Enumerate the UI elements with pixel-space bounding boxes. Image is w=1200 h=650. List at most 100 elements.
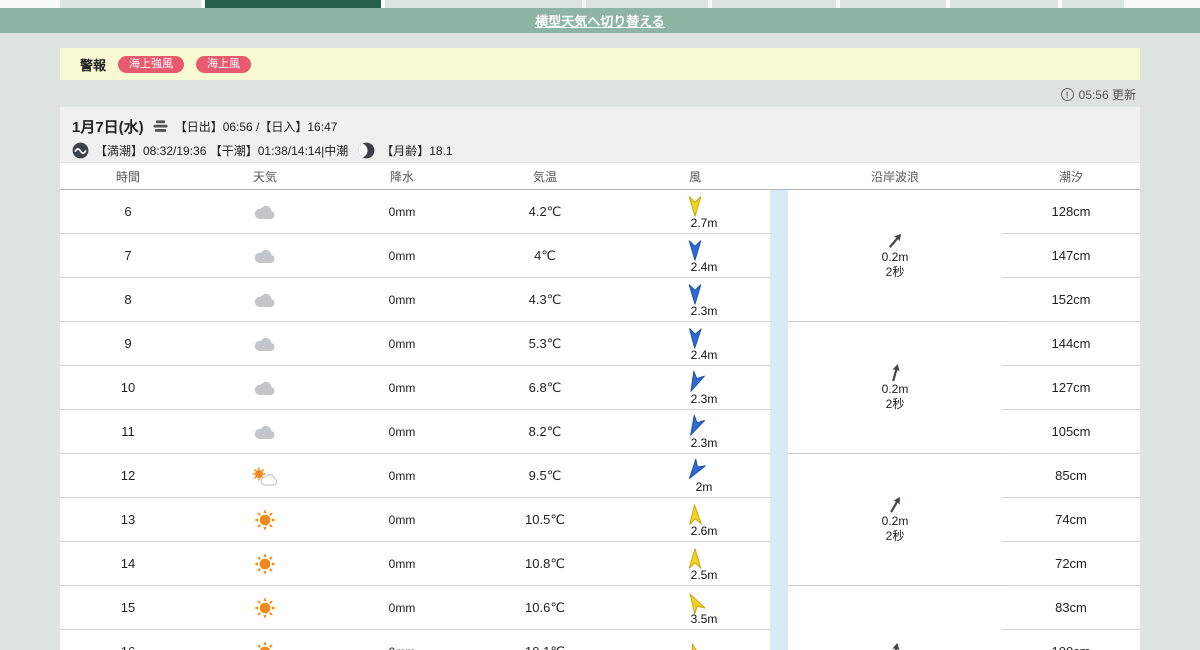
temp-cell: 10.8℃	[525, 555, 565, 571]
tide-cell: 128cm	[1002, 190, 1140, 234]
hour-cell: 14	[120, 556, 136, 571]
wind-cell: 2.4m	[620, 238, 770, 274]
table-header-row: 時間 天気 降水 気温 風 沿岸波浪 潮汐	[60, 163, 1140, 190]
wind-cell	[620, 641, 770, 650]
date-sun-line: 1月7日(水) 【日出】06:56 /【日入】16:47	[72, 114, 1128, 138]
wind-cell: 2.5m	[620, 546, 770, 582]
wind-cell: 2.4m	[620, 326, 770, 362]
precip-cell: 0mm	[388, 248, 416, 263]
wave-cell: 0.2m 2秒	[788, 454, 1002, 585]
precip-cell: 0mm	[388, 424, 416, 439]
view-switch-bar: 横型天気へ切り替える	[0, 8, 1200, 33]
weather-cell	[196, 292, 334, 308]
top-tab-5[interactable]	[840, 0, 946, 8]
temp-cell: 4℃	[534, 247, 556, 263]
top-tab-strip	[0, 0, 1200, 8]
wave-period-label: 2秒	[885, 529, 905, 543]
hour-cell: 12	[120, 468, 136, 483]
moon-age-label: 【月齢】18.1	[381, 143, 453, 158]
warning-band: 警報 海上強風 海上風	[60, 48, 1140, 80]
table-row: 8 0mm 4.3℃ 2.3m	[60, 278, 770, 322]
top-tab-2[interactable]	[385, 0, 582, 8]
wave-height-label: 0.2m	[881, 514, 909, 528]
temp-cell: 10.1℃	[470, 644, 620, 650]
weather-cell	[196, 596, 334, 620]
top-tab-6[interactable]	[950, 0, 1058, 8]
wind-cell: 3.5m	[620, 590, 770, 626]
precip-cell: 0mm	[388, 600, 416, 615]
temp-cell: 6.8℃	[528, 379, 562, 395]
hour-cell: 9	[124, 336, 132, 351]
table-row: 12 0mm 9.5℃ 2m	[60, 454, 770, 498]
wave-direction-arrow	[888, 233, 901, 248]
top-tab-4[interactable]	[712, 0, 836, 8]
wave-cell: 0.2m 2秒	[788, 190, 1002, 321]
sunny-icon	[254, 596, 276, 619]
table-row: 13 0mm 10.5℃ 2.6m	[60, 498, 770, 542]
precip-cell: 0mm	[388, 512, 416, 527]
warning-label: 警報	[80, 57, 107, 73]
hour-cell: 13	[120, 512, 136, 527]
sunny-icon	[254, 640, 276, 650]
wind-speed-label: 2.3m	[690, 303, 718, 318]
weather-cell	[196, 204, 334, 220]
col-header-weather: 天気	[252, 169, 277, 184]
sunny-icon	[254, 508, 276, 531]
hour-cell: 15	[120, 600, 136, 615]
wave-direction-arrow	[891, 364, 900, 382]
cloudy-icon	[254, 425, 275, 439]
temp-cell: 9.5℃	[528, 467, 562, 483]
wave-direction-arrow	[891, 642, 900, 650]
hour-cell: 10	[120, 380, 136, 395]
tide-wave-icon	[72, 142, 89, 159]
top-tab-3[interactable]	[586, 0, 708, 8]
forecast-panel: 1月7日(水) 【日出】06:56 /【日入】16:47 【満潮】08:32/1…	[60, 107, 1140, 650]
hour-cell: 8	[124, 292, 132, 307]
wind-cell: 2.3m	[620, 282, 770, 318]
weather-cell	[196, 336, 334, 352]
wind-speed-label: 2.3m	[690, 435, 718, 450]
tide-cell: 144cm	[1002, 322, 1140, 366]
tide-cell: 127cm	[1002, 366, 1140, 410]
wind-speed-label: 2.7m	[690, 215, 718, 230]
col-header-time: 時間	[115, 169, 140, 184]
updated-status: ! 05:56 更新	[1060, 86, 1136, 103]
warning-badge-sea-wind[interactable]: 海上風	[196, 55, 252, 73]
wind-speed-label: 2.6m	[690, 523, 718, 538]
cloudy-icon	[254, 293, 275, 307]
table-row: 9 0mm 5.3℃ 2.4m	[60, 322, 770, 366]
wind-direction-arrow	[688, 547, 702, 569]
temp-cell: 4.2℃	[528, 203, 562, 219]
top-tab-1[interactable]	[205, 0, 381, 8]
table-row: 6 0mm 4.2℃ 2.7m	[60, 190, 770, 234]
hour-cell: 11	[121, 424, 135, 439]
date-header: 1月7日(水) 【日出】06:56 /【日入】16:47 【満潮】08:32/1…	[60, 107, 1140, 163]
tide-cell: 83cm	[1002, 586, 1140, 630]
wave-period-label: 2秒	[885, 397, 905, 411]
cloudy-icon	[254, 205, 275, 219]
cloudy-icon	[254, 249, 275, 263]
top-tab-7[interactable]	[1062, 0, 1124, 8]
top-tab-0[interactable]	[60, 0, 201, 8]
wind-direction-arrow	[689, 503, 702, 525]
precip-cell: 0mm	[388, 468, 416, 483]
temp-cell: 10.5℃	[525, 511, 565, 527]
cloudy-icon	[254, 381, 275, 395]
wind-speed-label: 2.5m	[690, 567, 718, 582]
tide-cell: 152cm	[1002, 278, 1140, 322]
table-row: 16 0mm10.1℃	[60, 630, 770, 650]
info-icon: !	[1060, 88, 1074, 101]
wind-direction-arrow	[691, 643, 704, 650]
wind-direction-arrow	[689, 327, 702, 349]
temp-cell: 5.3℃	[528, 335, 562, 351]
table-row: 15 0mm 10.6℃ 3.5m	[60, 586, 770, 630]
precip-cell: 0mm	[388, 292, 416, 307]
hour-cell: 16	[60, 644, 196, 650]
tide-cell: 105cm	[1002, 410, 1140, 454]
cloudy-icon	[254, 337, 275, 351]
temp-cell: 10.6℃	[525, 599, 565, 615]
table-row: 10 0mm 6.8℃ 2.3m	[60, 366, 770, 410]
warning-badge-sea-strong-wind[interactable]: 海上強風	[118, 55, 185, 73]
switch-to-horizontal-link[interactable]: 横型天気へ切り替える	[535, 11, 665, 30]
col-header-precip: 降水	[389, 169, 414, 184]
